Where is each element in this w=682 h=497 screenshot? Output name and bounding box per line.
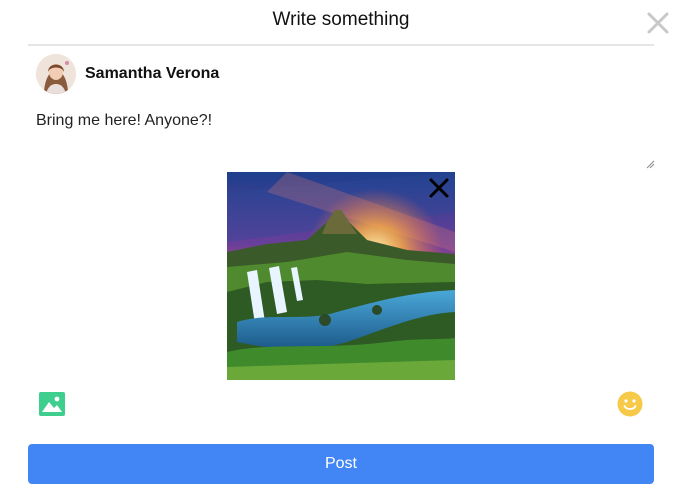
emoji-smile-icon[interactable] bbox=[617, 391, 643, 417]
write-post-modal: Write something Samantha Verona Bring me… bbox=[0, 0, 682, 497]
attached-photo bbox=[227, 172, 455, 380]
author-row: Samantha Verona bbox=[36, 54, 219, 94]
modal-title: Write something bbox=[272, 9, 410, 30]
header-divider bbox=[28, 44, 654, 46]
close-icon[interactable] bbox=[646, 11, 670, 35]
post-button[interactable]: Post bbox=[28, 444, 654, 484]
author-name: Samantha Verona bbox=[85, 65, 220, 82]
image-icon[interactable] bbox=[39, 392, 65, 416]
remove-photo-close-icon[interactable] bbox=[428, 177, 450, 199]
resize-grip-icon[interactable] bbox=[645, 156, 655, 169]
post-text-input[interactable]: Bring me here! Anyone?! bbox=[28, 104, 656, 168]
modal-header: Write something bbox=[0, 0, 682, 44]
landscape-photo bbox=[227, 172, 455, 380]
avatar bbox=[36, 54, 76, 94]
